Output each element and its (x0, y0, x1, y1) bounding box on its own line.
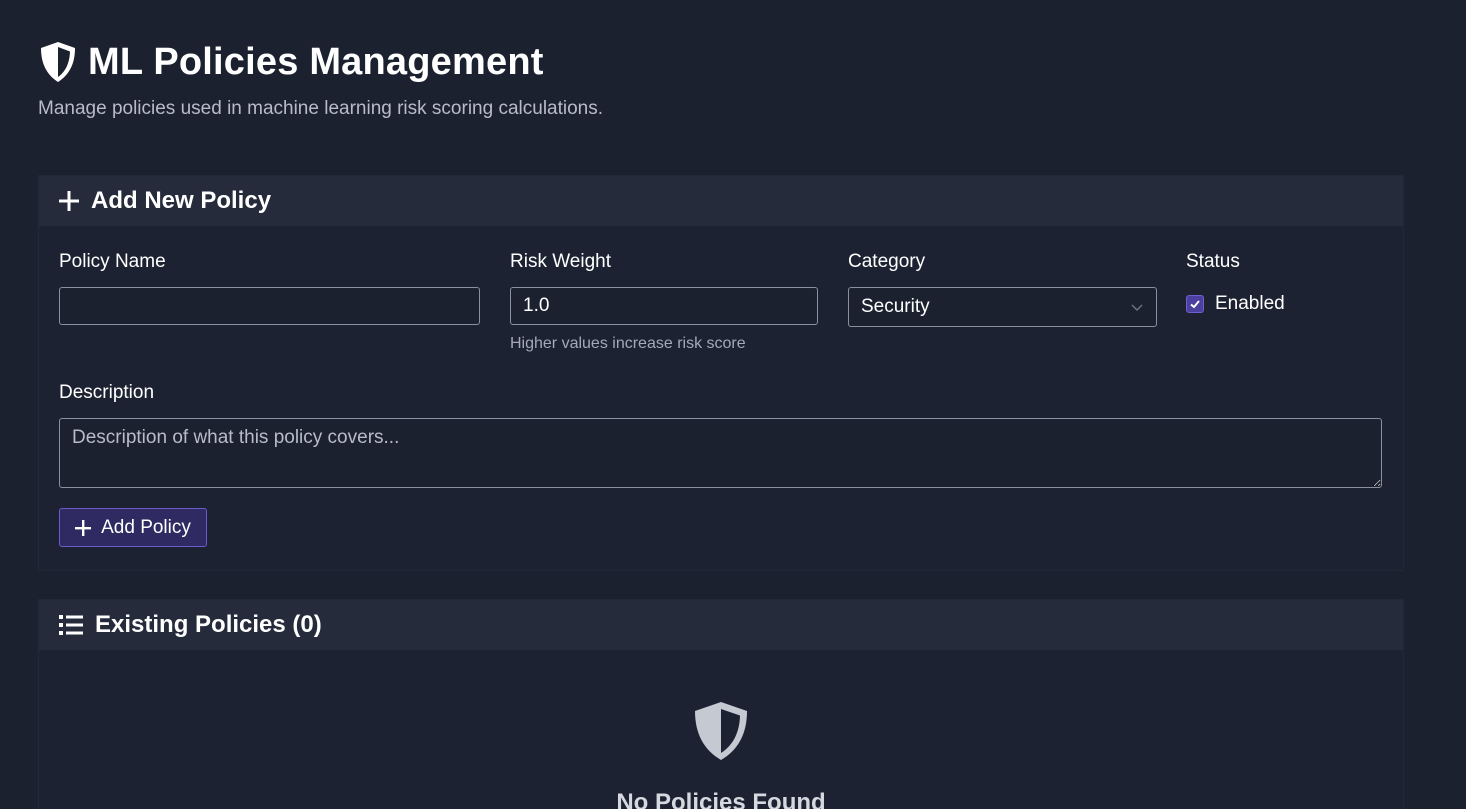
risk-weight-hint: Higher values increase risk score (510, 335, 746, 352)
category-label: Category (848, 251, 926, 272)
enabled-checkbox[interactable] (1186, 295, 1204, 313)
status-field: Status Enabled (1186, 251, 1386, 314)
page-subtitle: Manage policies used in machine learning… (38, 98, 604, 119)
risk-weight-label: Risk Weight (510, 251, 612, 272)
add-policy-button-label: Add Policy (101, 516, 191, 538)
empty-state: No Policies Found (39, 700, 1403, 809)
category-select[interactable]: Security (848, 287, 1157, 327)
policy-name-input[interactable] (59, 287, 480, 325)
category-field: Category Security (848, 251, 1158, 327)
enabled-toggle[interactable]: Enabled (1186, 293, 1285, 315)
empty-state-title: No Policies Found (616, 789, 826, 809)
plus-icon (75, 519, 92, 536)
existing-policies-card-header: Existing Policies (0) (39, 600, 1403, 650)
shield-icon (692, 700, 750, 762)
status-label: Status (1186, 251, 1240, 272)
policy-name-label: Policy Name (59, 251, 166, 272)
add-policy-title: Add New Policy (91, 187, 272, 214)
shield-icon (38, 40, 78, 84)
add-policy-button[interactable]: Add Policy (59, 508, 207, 547)
risk-weight-input[interactable] (510, 287, 818, 325)
existing-policies-card: Existing Policies (0) No Policies Found (38, 599, 1404, 809)
description-label: Description (59, 382, 155, 403)
description-textarea[interactable] (59, 418, 1382, 488)
page-title: ML Policies Management (88, 40, 544, 83)
category-selected-value: Security (861, 296, 930, 317)
chevron-down-icon (1130, 296, 1144, 318)
page: ML Policies Management Manage policies u… (0, 0, 1466, 809)
plus-icon (59, 191, 79, 211)
risk-weight-field: Risk Weight Higher values increase risk … (510, 251, 820, 352)
enabled-label: Enabled (1215, 293, 1285, 314)
add-policy-card: Add New Policy Policy Name Risk Weight H… (38, 175, 1404, 571)
existing-policies-title: Existing Policies (0) (95, 611, 322, 638)
description-field: Description (59, 382, 1382, 488)
policy-name-field: Policy Name (59, 251, 481, 325)
title-row: ML Policies Management (38, 38, 603, 86)
page-header: ML Policies Management Manage policies u… (38, 38, 603, 120)
check-icon (1190, 300, 1200, 309)
add-policy-card-header: Add New Policy (39, 176, 1403, 226)
list-icon (59, 615, 83, 635)
